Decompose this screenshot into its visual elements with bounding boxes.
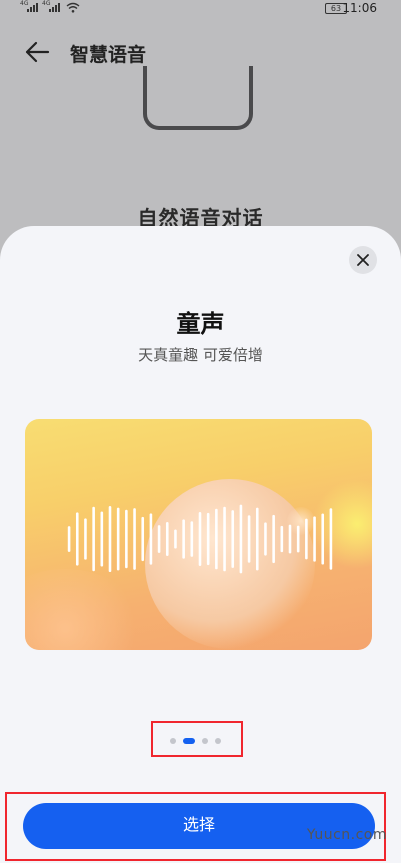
back-arrow-icon[interactable] xyxy=(24,40,50,64)
watermark: Yuucn.com xyxy=(306,827,387,843)
card-blob xyxy=(25,569,145,650)
wifi-icon xyxy=(66,2,80,13)
status-time: 11:06 xyxy=(342,1,377,15)
audio-waveform-graphic xyxy=(67,504,333,574)
close-icon xyxy=(357,254,369,266)
annotation-highlight-indicator xyxy=(151,721,243,757)
status-bar: 4G 4G 63 11:06 xyxy=(0,0,401,18)
voice-title: 童声 xyxy=(176,310,225,338)
voice-preview-card[interactable] xyxy=(25,419,372,650)
signal-icon: 4G xyxy=(20,0,38,12)
signal-icon: 4G xyxy=(42,0,60,12)
phone-illustration xyxy=(143,66,253,130)
close-button[interactable] xyxy=(349,246,377,274)
voice-picker-sheet: 童声 天真童趣 可爱倍增 选择 Yuucn.com xyxy=(0,226,401,863)
signal-tag: 4G xyxy=(42,0,51,7)
voice-subtitle: 天真童趣 可爱倍增 xyxy=(138,346,263,364)
page-title: 智慧语音 xyxy=(70,44,147,66)
signal-tag: 4G xyxy=(20,0,29,7)
